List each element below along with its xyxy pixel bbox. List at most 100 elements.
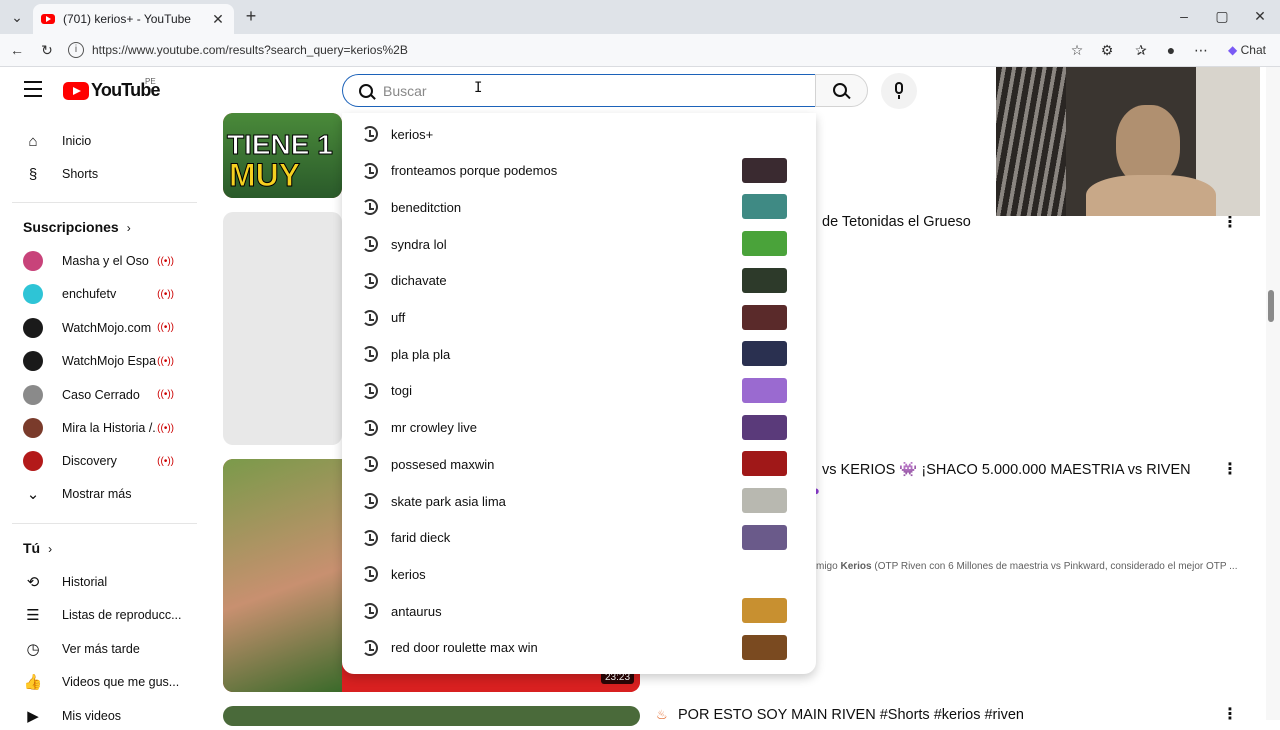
suggestion-thumbnail: [742, 524, 787, 550]
more-menu-icon[interactable]: ⋯: [1192, 40, 1210, 60]
suggestion-item[interactable]: beneditction: [342, 189, 816, 225]
browser-tab[interactable]: (701) kerios+ - YouTube ✕: [33, 4, 234, 34]
you-item[interactable]: 👍 Videos que me gus...: [12, 668, 192, 696]
you-item-label: Videos que me gus...: [62, 675, 180, 690]
suggestion-thumbnail: [742, 304, 787, 330]
favorites-icon[interactable]: ✰: [1132, 40, 1150, 60]
sidebar-item-label: Inicio: [62, 134, 92, 148]
subscription-item[interactable]: Discovery ((•)): [12, 447, 192, 475]
chevron-right-icon: ›: [48, 542, 53, 556]
maximize-icon[interactable]: ▢: [1214, 6, 1230, 26]
you-item-label: Mis videos: [62, 708, 122, 723]
suggestion-item[interactable]: togi: [342, 373, 816, 409]
site-info-icon[interactable]: i: [68, 42, 84, 58]
favorite-star-icon[interactable]: ☆: [1068, 40, 1086, 60]
suggestion-thumbnail: [742, 377, 787, 403]
subscription-item[interactable]: Masha y el Oso ((•)): [12, 247, 192, 275]
scrollbar-thumb[interactable]: [1268, 290, 1274, 322]
suggestion-item[interactable]: fronteamos porque podemos: [342, 153, 816, 189]
suggestion-text: mr crowley live: [391, 420, 477, 436]
suggestion-item[interactable]: dichavate: [342, 263, 816, 299]
suggestion-item[interactable]: red door roulette max win: [342, 630, 816, 666]
history-icon: [362, 126, 378, 142]
video-thumbnail-4[interactable]: [223, 706, 640, 726]
hamburger-menu-icon[interactable]: [24, 81, 42, 97]
you-item[interactable]: ▶ Mis videos: [12, 702, 192, 730]
suggestion-item[interactable]: pla pla pla: [342, 336, 816, 372]
video-thumbnail-2[interactable]: [223, 212, 342, 445]
subscriptions-heading[interactable]: Suscripciones ›: [23, 219, 131, 235]
suggestion-item[interactable]: farid dieck: [342, 520, 816, 556]
video-title-3[interactable]: vs KERIOS 👾 ¡SHACO 5.000.000 MAESTRIA vs…: [822, 461, 1191, 478]
more-options-icon[interactable]: ⋮: [1222, 459, 1238, 479]
history-icon: [362, 382, 378, 399]
text-cursor-icon: I: [474, 80, 483, 96]
suggestion-thumbnail: [742, 194, 787, 220]
video-title-4[interactable]: POR ESTO SOY MAIN RIVEN #Shorts #kerios …: [678, 707, 1024, 723]
video-description-3: migo Kerios (OTP Riven con 6 Millones de…: [816, 561, 1238, 572]
video-thumbnail-1[interactable]: TIENE 1 MUY: [223, 113, 342, 198]
back-icon[interactable]: ←: [8, 40, 26, 60]
minimize-icon[interactable]: –: [1176, 6, 1192, 26]
new-tab-icon[interactable]: +: [242, 6, 260, 26]
you-heading[interactable]: Tú ›: [23, 540, 52, 556]
you-item[interactable]: ☰ Listas de reproducc...: [12, 601, 192, 629]
you-item[interactable]: ◷ Ver más tarde: [12, 635, 192, 663]
suggestion-thumbnail: [742, 157, 787, 183]
address-bar-row: ← ↻ i https://www.youtube.com/results?se…: [0, 34, 1280, 67]
channel-avatar-icon: [23, 384, 43, 405]
profile-icon[interactable]: ●: [1162, 40, 1180, 60]
subscriptions-heading-label: Suscripciones: [23, 219, 119, 235]
history-icon: [362, 162, 378, 179]
live-indicator-icon: ((•)): [157, 422, 174, 434]
tab-close-icon[interactable]: ✕: [210, 11, 226, 28]
subscription-item[interactable]: WatchMojo.com ((•)): [12, 314, 192, 342]
suggestion-text: kerios: [391, 566, 426, 582]
suggestion-item[interactable]: mr crowley live: [342, 410, 816, 446]
history-icon: [362, 199, 378, 216]
extensions-icon[interactable]: ⚙: [1098, 40, 1116, 60]
suggestion-item[interactable]: possesed maxwin: [342, 446, 816, 482]
channel-avatar-icon: [23, 351, 43, 372]
you-item[interactable]: ⟲ Historial: [12, 568, 192, 596]
tab-list-chevron-icon[interactable]: ⌄: [8, 7, 26, 27]
youtube-logo[interactable]: YouTube PE: [63, 77, 161, 101]
copilot-chat-button[interactable]: ◆ Chat: [1222, 40, 1272, 60]
sidebar-item-inicio[interactable]: ⌂ Inicio: [12, 127, 192, 155]
url-field[interactable]: i https://www.youtube.com/results?search…: [62, 38, 1212, 62]
suggestion-item[interactable]: uff: [342, 300, 816, 336]
you-heading-label: Tú: [23, 540, 41, 556]
history-icon: ⟲: [26, 574, 40, 591]
window-close-icon[interactable]: ✕: [1252, 6, 1268, 26]
suggestion-item[interactable]: kerios: [342, 556, 816, 592]
suggestion-item[interactable]: skate park asia lima: [342, 483, 816, 519]
voice-search-button[interactable]: [881, 73, 917, 109]
suggestion-thumbnail: [742, 231, 787, 257]
reload-icon[interactable]: ↻: [38, 40, 56, 60]
suggestion-text: syndra lol: [391, 236, 447, 252]
more-options-icon[interactable]: ⋮: [1222, 704, 1238, 724]
history-icon: [362, 456, 378, 473]
subscription-item[interactable]: Mira la Historia /... ((•)): [12, 414, 192, 442]
channel-avatar-icon: [23, 317, 43, 338]
subscription-item[interactable]: enchufetv ((•)): [12, 280, 192, 308]
search-input[interactable]: [383, 82, 763, 99]
subscription-item[interactable]: WatchMojo Espa... ((•)): [12, 347, 192, 375]
suggestion-item[interactable]: kerios+: [342, 116, 816, 152]
show-more-button[interactable]: ⌄ Mostrar más: [12, 480, 192, 508]
suggestion-text: togi: [391, 383, 412, 399]
history-icon: [362, 529, 378, 546]
page-scrollbar[interactable]: [1266, 67, 1280, 720]
video-title-2[interactable]: de Tetonidas el Grueso: [822, 214, 971, 230]
browser-tab-bar: ⌄ (701) kerios+ - YouTube ✕ + – ▢ ✕: [0, 0, 1280, 34]
sidebar-item-shorts[interactable]: § Shorts: [12, 160, 192, 188]
suggestion-item[interactable]: syndra lol: [342, 226, 816, 262]
search-suggestions-dropdown: kerios+ fronteamos porque podemos beneditc…: [342, 113, 816, 674]
subscription-item[interactable]: Caso Cerrado ((•)): [12, 381, 192, 409]
search-box[interactable]: [342, 74, 816, 107]
subscription-label: Caso Cerrado: [62, 387, 140, 402]
channel-avatar-icon: [23, 251, 43, 271]
search-button[interactable]: [815, 74, 868, 107]
suggestion-item[interactable]: antaurus: [342, 593, 816, 629]
show-more-label: Mostrar más: [62, 487, 132, 501]
